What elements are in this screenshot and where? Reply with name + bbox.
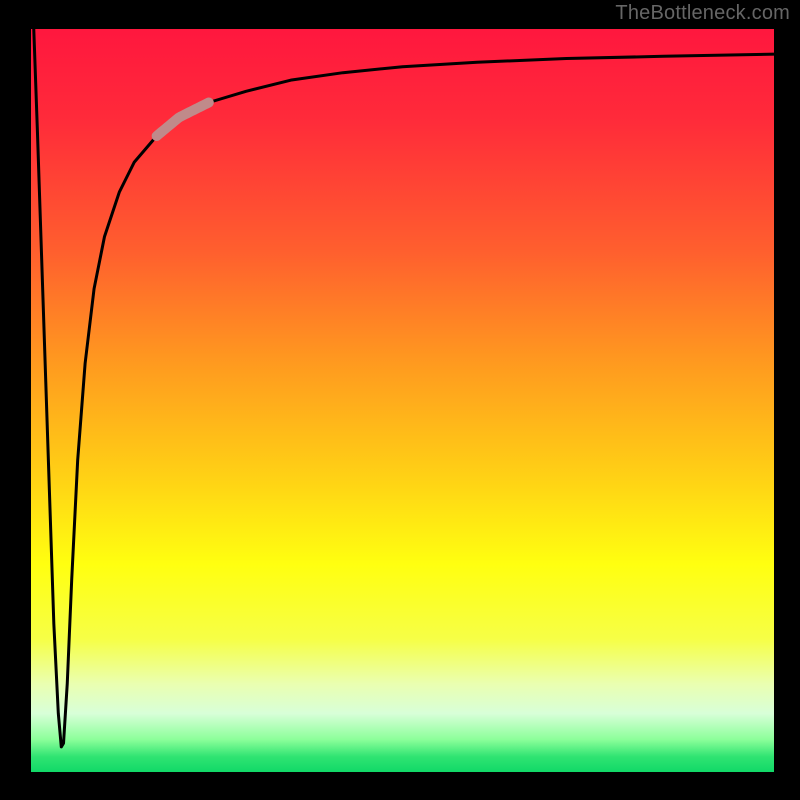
plot-background: [30, 28, 775, 773]
attribution-label: TheBottleneck.com: [615, 2, 790, 25]
chart-container: TheBottleneck.com: [0, 0, 800, 800]
bottleneck-chart: [0, 0, 800, 800]
